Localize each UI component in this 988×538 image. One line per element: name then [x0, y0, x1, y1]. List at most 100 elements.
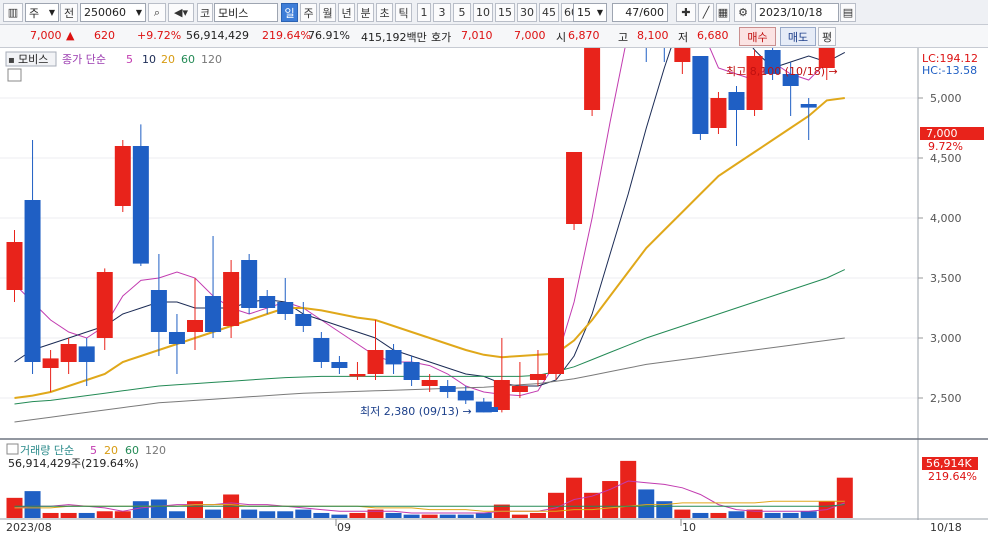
- volume-bar: [511, 514, 528, 518]
- volume-bar: [566, 477, 583, 518]
- period-select[interactable]: 주 ▼: [25, 3, 59, 22]
- speaker-icon[interactable]: ◀▾: [168, 3, 194, 22]
- volume-bar: [277, 511, 294, 518]
- candle-body: [295, 314, 312, 326]
- candle-body: [60, 344, 77, 362]
- period-tab-2[interactable]: 월: [319, 3, 336, 22]
- volume-option-icon[interactable]: [6, 443, 19, 455]
- gear-icon[interactable]: ⚙: [734, 3, 752, 22]
- stock-tag: 모비스: [18, 53, 48, 66]
- volume-bar: [331, 514, 348, 518]
- volume-value: 56,914,429: [186, 29, 249, 42]
- candle-body: [313, 338, 330, 362]
- turnover-value: 76.91%: [308, 29, 350, 42]
- legend-ma120: 120: [201, 53, 222, 66]
- volume-bar: [403, 514, 420, 518]
- chevron-down-icon: ▼: [48, 8, 55, 17]
- candle-body: [439, 386, 456, 392]
- candle-body: [132, 146, 149, 264]
- current-price-tag-label: 7,000: [926, 127, 958, 140]
- interval-button-4[interactable]: 15: [495, 3, 515, 22]
- interval-button-1[interactable]: 3: [433, 3, 451, 22]
- volume-bar: [529, 512, 546, 518]
- interval-button-6[interactable]: 45: [539, 3, 559, 22]
- high-label: 고: [618, 31, 629, 44]
- calendar-icon[interactable]: ▤: [840, 3, 856, 22]
- candle-body: [511, 386, 528, 392]
- grid-icon[interactable]: ▦: [716, 3, 730, 22]
- period-tab-4[interactable]: 분: [357, 3, 374, 22]
- chart-background: [0, 48, 988, 538]
- crosshair-icon[interactable]: ✚: [676, 3, 696, 22]
- draw-line-icon[interactable]: ╱: [698, 3, 714, 22]
- period-tab-6[interactable]: 틱: [395, 3, 412, 22]
- period-tab-3[interactable]: 년: [338, 3, 355, 22]
- low-marker: [478, 407, 498, 412]
- candle-body: [800, 104, 817, 108]
- price-change-pct: +9.72%: [137, 29, 182, 42]
- volume-bar: [836, 477, 853, 518]
- stock-name: 모비스: [218, 6, 249, 20]
- chart-menu-icon[interactable]: ▥: [3, 3, 23, 22]
- volume-bar: [457, 514, 474, 518]
- period-tab-1[interactable]: 주: [300, 3, 317, 22]
- interval-button-2[interactable]: 5: [453, 3, 471, 22]
- candle-body: [385, 350, 402, 365]
- y-tick-label: 4,000: [930, 212, 962, 225]
- candle-body: [349, 374, 366, 377]
- sell-button[interactable]: 매도: [780, 27, 816, 46]
- x-label-09: 09: [337, 521, 351, 534]
- interval-button-5[interactable]: 30: [517, 3, 537, 22]
- market-button[interactable]: 코: [197, 3, 213, 22]
- stock-chart[interactable]: 2,5003,0003,5004,0004,5005,0005,5006,000…: [0, 48, 988, 538]
- current-volume-ratio: 219.64%: [928, 470, 977, 483]
- volume-bar: [295, 509, 312, 518]
- y-tick-label: 5,000: [930, 92, 962, 105]
- toolbar: ▥ 주 ▼ 전 250060 ▼ ⌕ ◀▾ 코 모비스 일주월년분초틱 1351…: [0, 0, 988, 25]
- code-value: 250060: [84, 6, 126, 19]
- low-label: 저: [678, 31, 689, 44]
- period-tab-5[interactable]: 초: [376, 3, 393, 22]
- candle-body: [187, 320, 203, 332]
- date-field[interactable]: 2023/10/18: [755, 3, 839, 22]
- volume-bar: [800, 511, 817, 518]
- legend-ma60: 60: [181, 53, 195, 66]
- eval-button[interactable]: 평: [818, 27, 836, 46]
- count-field[interactable]: 47/600: [612, 3, 668, 22]
- candle-body: [205, 296, 222, 332]
- volume-ratio: 219.64%: [262, 29, 311, 42]
- period-tab-0[interactable]: 일: [281, 3, 298, 22]
- volume-bar: [475, 512, 492, 518]
- price-bar: 7,000 ▲ 620 +9.72% 56,914,429 219.64% 76…: [0, 25, 988, 48]
- candle-body: [728, 92, 745, 110]
- volume-bar: [692, 512, 709, 518]
- y-tick-label: 3,000: [930, 332, 962, 345]
- candle-body: [674, 48, 691, 62]
- candle-body: [367, 350, 384, 374]
- x-label-10: 10: [682, 521, 696, 534]
- ask-label: 호가: [431, 31, 452, 44]
- volume-bar: [132, 501, 149, 518]
- chart-option-icon[interactable]: [7, 68, 22, 82]
- candle-body: [529, 374, 546, 380]
- volume-bar: [205, 509, 222, 518]
- interval-select[interactable]: 15 ▼: [573, 3, 607, 22]
- interval-button-3[interactable]: 10: [473, 3, 493, 22]
- legend-ma10: 10: [142, 53, 156, 66]
- candle-body: [566, 152, 583, 224]
- buy-button[interactable]: 매수: [739, 27, 776, 46]
- date-value: 2023/10/18: [759, 6, 823, 19]
- code-input[interactable]: 250060 ▼: [80, 3, 146, 22]
- x-label-2023-08: 2023/08: [6, 521, 52, 534]
- volume-bar: [421, 514, 438, 518]
- volume-bar: [168, 511, 185, 518]
- x-label-10-18: 10/18: [930, 521, 962, 534]
- prev-button[interactable]: 전: [60, 3, 78, 22]
- buy-label: 매수: [747, 30, 768, 44]
- search-icon[interactable]: ⌕: [148, 3, 166, 22]
- volume-bar: [385, 512, 402, 518]
- volume-bar: [114, 511, 131, 518]
- stock-name-field[interactable]: 모비스: [214, 3, 278, 22]
- interval-button-0[interactable]: 1: [417, 3, 431, 22]
- trade-amount: 415,192백만: [361, 31, 427, 44]
